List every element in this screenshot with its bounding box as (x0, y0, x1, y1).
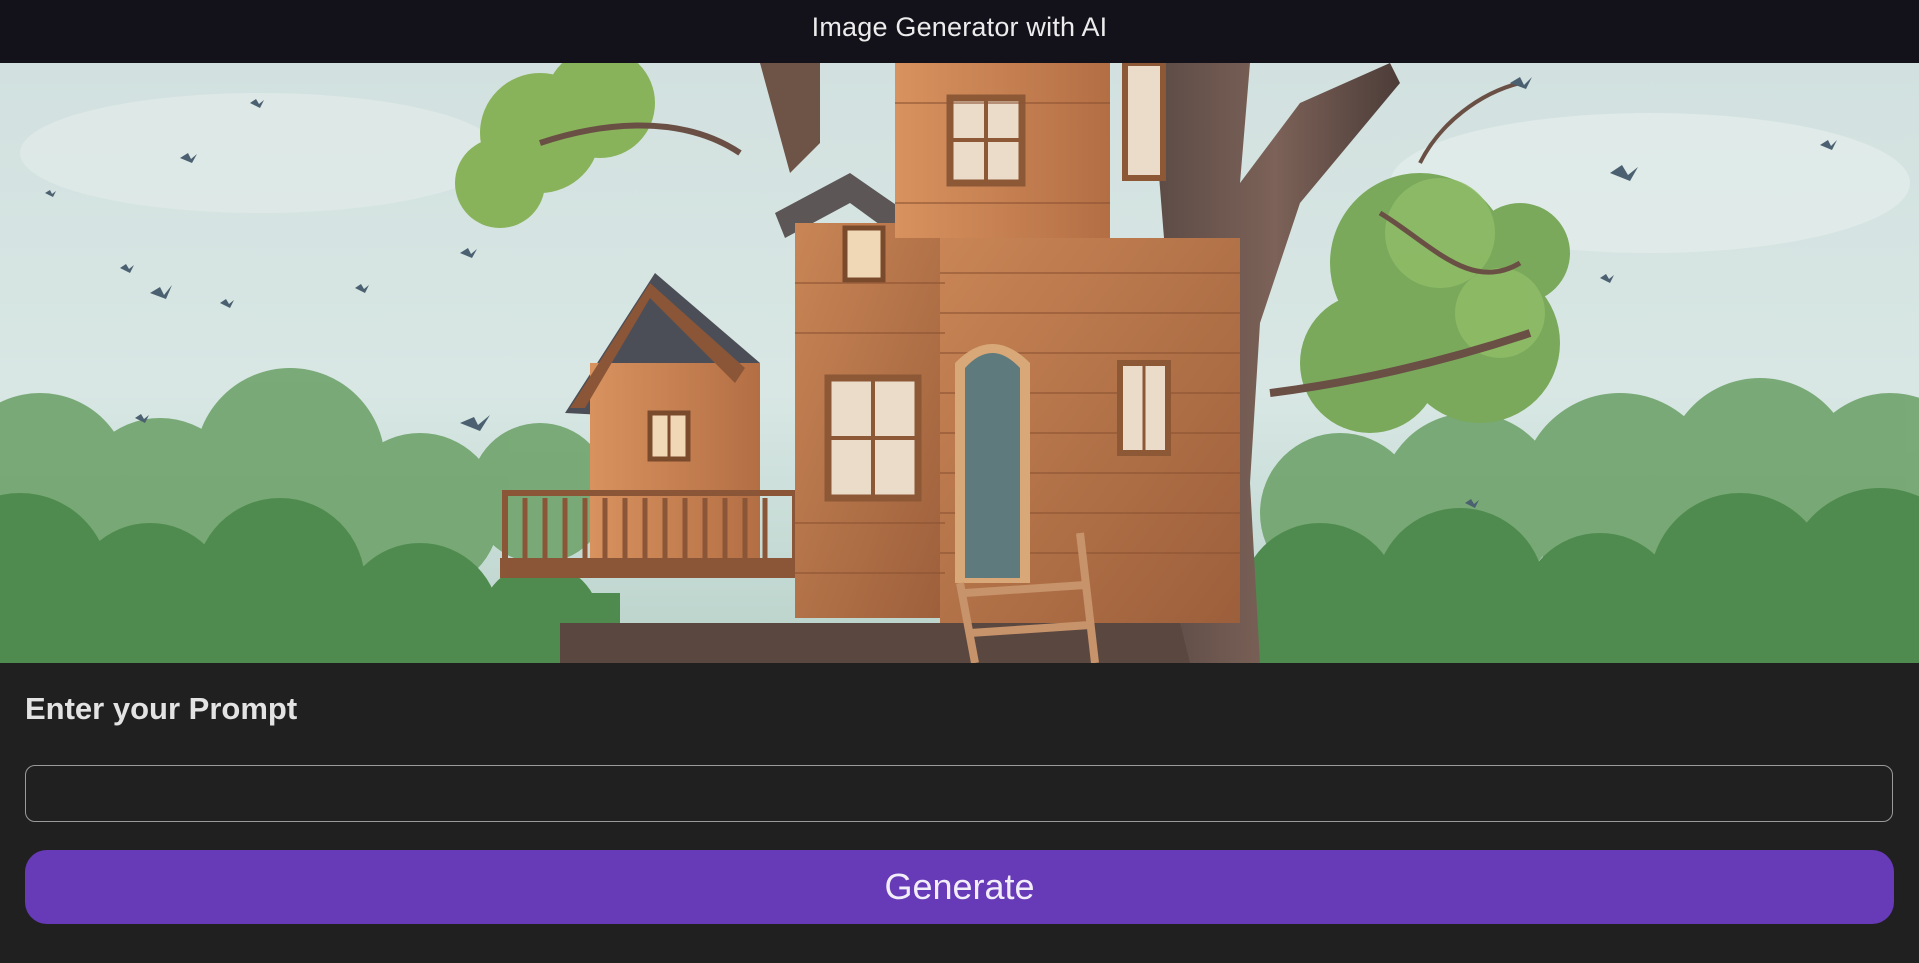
generate-button[interactable]: Generate (25, 850, 1894, 924)
prompt-label: Enter your Prompt (25, 691, 298, 726)
app-title: Image Generator with AI (811, 12, 1108, 42)
app-window: Image Generator with AI Enter your Promp… (0, 0, 1919, 963)
prompt-form: Enter your Prompt Generate (0, 663, 1919, 963)
treehouse-image (0, 63, 1919, 663)
prompt-input[interactable] (25, 765, 1893, 822)
top-app-bar: Image Generator with AI (0, 0, 1919, 63)
generated-image (0, 63, 1919, 663)
